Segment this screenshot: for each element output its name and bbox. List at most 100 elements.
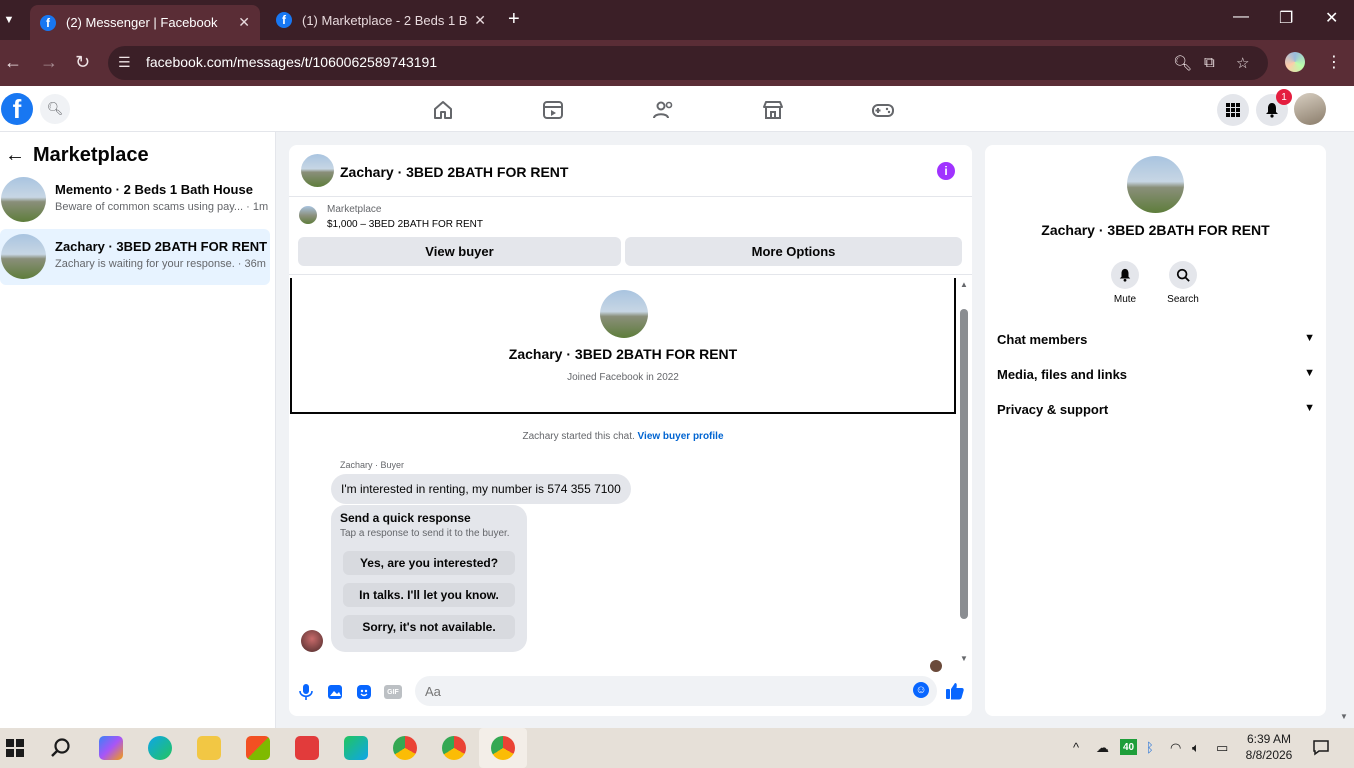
facebook-logo-icon[interactable]: f <box>1 93 33 125</box>
facebook-favicon-icon: f <box>276 12 292 28</box>
show-hidden-icons-chevron-icon[interactable]: ^ <box>1073 740 1079 755</box>
mute-label: Mute <box>1113 294 1137 305</box>
sidebar-title: Marketplace <box>33 144 149 166</box>
close-tab-icon[interactable]: ✕ <box>238 14 250 31</box>
search-button[interactable]: Search <box>1153 261 1213 305</box>
gaming-icon[interactable] <box>871 98 895 122</box>
microphone-icon[interactable] <box>297 683 315 701</box>
edge-browser-icon[interactable] <box>148 736 172 760</box>
conversation-item-zachary[interactable]: Zachary · 3BED 2BATH FOR RENT Zachary is… <box>0 229 270 285</box>
scroll-up-arrow-icon[interactable]: ▲ <box>960 280 968 289</box>
site-settings-icon[interactable]: ☰ <box>118 54 131 71</box>
section-chat-members[interactable]: Chat members ▼ <box>997 332 1315 347</box>
conversation-preview: Zachary is waiting for your response. · … <box>55 258 266 270</box>
thumbs-up-icon[interactable] <box>945 681 965 701</box>
wifi-icon[interactable]: ◠ <box>1170 740 1181 756</box>
scroll-down-arrow-icon[interactable]: ▼ <box>960 654 968 663</box>
windows-start-icon[interactable] <box>3 736 27 760</box>
install-app-icon[interactable]: ⧉ <box>1204 54 1215 71</box>
new-tab-plus-icon[interactable]: + <box>508 8 520 31</box>
chat-avatar[interactable] <box>301 154 334 187</box>
microsoft-store-icon[interactable] <box>246 736 270 760</box>
chat-panel: Zachary · 3BED 2BATH FOR RENT i Marketpl… <box>289 145 972 716</box>
conversation-item-memento[interactable]: Memento · 2 Beds 1 Bath House Beware of … <box>0 172 270 228</box>
search-icon[interactable]: 🔍︎ <box>40 94 70 124</box>
buyer-avatar[interactable] <box>600 290 648 338</box>
chrome-active-icon[interactable] <box>491 736 515 760</box>
minimize-icon[interactable]: — <box>1233 8 1249 26</box>
taskbar-search-icon[interactable] <box>49 736 73 760</box>
system-clock[interactable]: 6:39 AM 8/8/2026 <box>1234 731 1304 763</box>
quick-response-option[interactable]: Sorry, it's not available. <box>343 615 515 639</box>
section-media-files-links[interactable]: Media, files and links ▼ <box>997 367 1315 382</box>
green-app-icon[interactable] <box>344 736 368 760</box>
image-icon[interactable] <box>326 683 344 701</box>
address-bar[interactable]: ☰ facebook.com/messages/t/10600625897431… <box>108 46 1268 80</box>
section-privacy-support[interactable]: Privacy & support ▼ <box>997 402 1315 417</box>
quick-response-option[interactable]: In talks. I'll let you know. <box>343 583 515 607</box>
message-thread[interactable]: Zachary · 3BED 2BATH FOR RENT Joined Fac… <box>289 274 972 672</box>
chevron-down-icon: ▼ <box>1304 367 1315 379</box>
menu-grid-icon[interactable] <box>1217 94 1249 126</box>
copilot-icon[interactable] <box>99 736 123 760</box>
facebook-header: f 🔍︎ 1 <box>0 86 1354 132</box>
reload-icon[interactable]: ↻ <box>75 52 90 73</box>
info-icon[interactable]: i <box>937 162 955 180</box>
notification-center-icon[interactable] <box>1312 738 1330 756</box>
tab-title: (1) Marketplace - 2 Beds 1 Bath <box>302 12 468 28</box>
more-options-button[interactable]: More Options <box>625 237 962 266</box>
volume-icon[interactable]: 🔈︎ <box>1192 740 1200 756</box>
close-tab-icon[interactable]: ✕ <box>474 12 486 29</box>
emoji-icon[interactable]: ☺ <box>913 682 929 698</box>
message-input[interactable] <box>415 676 937 706</box>
zoom-magnifier-icon[interactable]: 🔍︎ <box>1173 54 1192 72</box>
onedrive-cloud-icon[interactable]: ☁ <box>1096 740 1109 756</box>
view-buyer-button[interactable]: View buyer <box>298 237 621 266</box>
chat-title[interactable]: Zachary · 3BED 2BATH FOR RENT <box>340 164 568 180</box>
page-scroll-down-arrow-icon[interactable]: ▼ <box>1340 712 1348 721</box>
tab-marketplace[interactable]: f (1) Marketplace - 2 Beds 1 Bath ✕ <box>266 5 496 35</box>
sticker-icon[interactable] <box>355 683 373 701</box>
notification-badge: 1 <box>1276 89 1292 105</box>
info-avatar[interactable] <box>1127 156 1184 213</box>
quick-response-option[interactable]: Yes, are you interested? <box>343 551 515 575</box>
bluetooth-icon[interactable]: ᛒ <box>1146 740 1154 755</box>
thread-scrollbar[interactable]: ▲ ▼ <box>957 275 971 667</box>
gif-icon[interactable]: GIF <box>384 685 402 699</box>
joined-date: Joined Facebook in 2022 <box>567 372 679 383</box>
battery-icon[interactable]: ▭ <box>1216 740 1228 756</box>
chrome-profile-icon[interactable] <box>442 736 466 760</box>
marketplace-icon[interactable] <box>761 98 785 122</box>
close-window-icon[interactable]: ✕ <box>1325 8 1338 28</box>
home-icon[interactable] <box>431 98 455 122</box>
bell-icon <box>1111 261 1139 289</box>
forward-arrow-icon[interactable]: → <box>40 52 58 73</box>
browser-profile-avatar[interactable] <box>1285 52 1305 72</box>
mute-button[interactable]: Mute <box>1095 261 1155 305</box>
search-icon <box>1169 261 1197 289</box>
bookmark-star-icon[interactable]: ☆ <box>1236 54 1249 72</box>
message-composer: GIF ☺ <box>289 672 972 712</box>
quick-response-card: Send a quick response Tap a response to … <box>331 505 527 652</box>
restore-icon[interactable]: ❐ <box>1279 8 1293 28</box>
browser-menu-icon[interactable]: ⋮ <box>1326 52 1342 72</box>
tab-search-chevron-icon[interactable]: ▼ <box>0 6 18 34</box>
file-explorer-icon[interactable] <box>197 736 221 760</box>
chrome-icon[interactable] <box>393 736 417 760</box>
conversation-name: Memento · 2 Beds 1 Bath House <box>55 182 253 197</box>
media-app-icon[interactable] <box>295 736 319 760</box>
scroll-thumb[interactable] <box>960 309 968 619</box>
back-arrow-icon[interactable]: ← <box>5 144 25 167</box>
message-bubble[interactable]: I'm interested in renting, my number is … <box>331 474 631 504</box>
video-icon[interactable] <box>541 98 565 122</box>
clock-time: 6:39 AM <box>1246 732 1292 746</box>
account-avatar[interactable] <box>1294 93 1326 125</box>
conversation-name: Zachary · 3BED 2BATH FOR RENT <box>55 239 268 254</box>
quick-response-subtitle: Tap a response to send it to the buyer. <box>340 528 510 539</box>
tab-title: (2) Messenger | Facebook <box>66 15 218 30</box>
chevron-down-icon: ▼ <box>1304 332 1315 344</box>
back-arrow-icon[interactable]: ← <box>4 52 22 73</box>
tab-messenger[interactable]: f (2) Messenger | Facebook ✕ <box>30 5 260 40</box>
friends-icon[interactable] <box>651 98 675 122</box>
view-buyer-profile-link[interactable]: View buyer profile <box>638 431 724 442</box>
